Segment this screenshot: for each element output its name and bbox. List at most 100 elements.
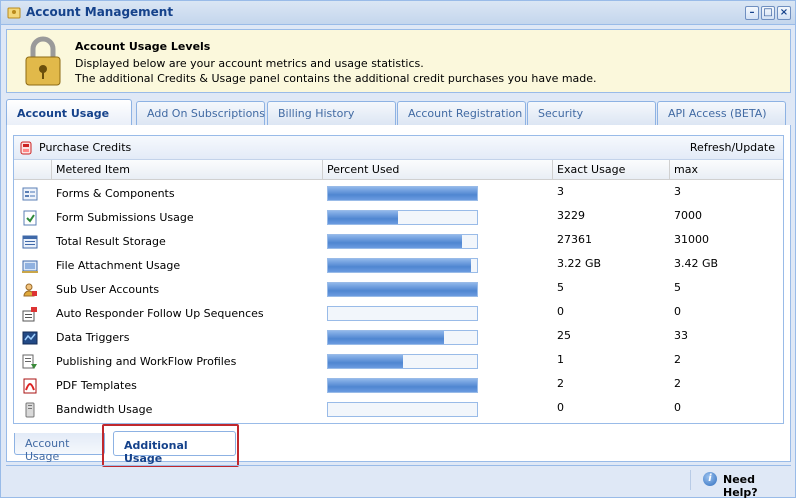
usage-grid-panel: Purchase Credits Refresh/Update Metered … — [13, 135, 784, 424]
pdf-icon — [23, 378, 37, 394]
info-text-line1: Displayed below are your account metrics… — [75, 57, 424, 70]
row-item-name: Total Result Storage — [56, 235, 166, 248]
info-text-line2: The additional Credits & Usage panel con… — [75, 72, 597, 85]
forms-icon — [22, 187, 38, 201]
percent-used-fill — [328, 235, 462, 248]
row-item-name: PDF Templates — [56, 379, 137, 392]
row-exact-usage: 3.22 GB — [557, 257, 602, 270]
row-item-name: Bandwidth Usage — [56, 403, 153, 416]
main-tab-strip: Account Usage Add On Subscriptions Billi… — [6, 99, 791, 127]
table-row[interactable]: Total Result Storage 27361 31000 — [14, 230, 783, 254]
account-icon — [7, 7, 21, 19]
table-row[interactable]: Auto Responder Follow Up Sequences 0 0 — [14, 302, 783, 326]
tab-account-usage[interactable]: Account Usage — [6, 99, 132, 127]
auto-responder-icon — [22, 307, 37, 322]
percent-used-bar — [327, 210, 478, 225]
header-percent-used[interactable]: Percent Used — [323, 160, 553, 180]
row-max: 3.42 GB — [674, 257, 719, 270]
maximize-button[interactable]: □ — [761, 6, 775, 20]
percent-used-bar — [327, 282, 478, 297]
data-triggers-icon — [22, 331, 38, 345]
row-max: 2 — [674, 353, 681, 366]
percent-used-bar — [327, 378, 478, 393]
table-row[interactable]: Data Triggers 25 33 — [14, 326, 783, 350]
table-row[interactable]: PDF Templates 2 2 — [14, 374, 783, 398]
info-header: Account Usage Levels Displayed below are… — [6, 29, 791, 93]
percent-used-bar — [327, 234, 478, 249]
grid-toolbar: Purchase Credits Refresh/Update — [14, 136, 783, 160]
row-max: 7000 — [674, 209, 702, 222]
bottom-tab-account-usage[interactable]: Account Usage — [14, 433, 105, 463]
row-item-name: Forms & Components — [56, 187, 175, 200]
row-exact-usage: 27361 — [557, 233, 592, 246]
row-item-name: Data Triggers — [56, 331, 130, 344]
row-exact-usage: 0 — [557, 305, 564, 318]
window-footer: i Need Help? — [6, 465, 791, 499]
percent-used-fill — [328, 211, 398, 224]
window-title: Account Management — [26, 5, 174, 19]
percent-used-fill — [328, 283, 477, 296]
row-exact-usage: 25 — [557, 329, 571, 342]
percent-used-fill — [328, 259, 471, 272]
close-button[interactable]: × — [777, 6, 791, 20]
percent-used-bar — [327, 330, 478, 345]
need-help-link[interactable]: Need Help? — [723, 473, 791, 499]
row-max: 31000 — [674, 233, 709, 246]
highlight-box — [102, 424, 239, 467]
table-row[interactable]: Forms & Components 3 3 — [14, 182, 783, 206]
info-heading: Account Usage Levels — [75, 40, 211, 53]
row-exact-usage: 0 — [557, 401, 564, 414]
percent-used-bar — [327, 402, 478, 417]
percent-used-fill — [328, 355, 403, 368]
row-max: 0 — [674, 401, 681, 414]
header-metered-item[interactable]: Metered Item — [52, 160, 323, 180]
tab-billing-history[interactable]: Billing History — [267, 101, 396, 126]
workflow-icon — [22, 354, 37, 369]
tab-add-on-subscriptions[interactable]: Add On Subscriptions — [136, 101, 265, 126]
row-max: 5 — [674, 281, 681, 294]
table-row[interactable]: Publishing and WorkFlow Profiles 1 2 — [14, 350, 783, 374]
row-exact-usage: 3229 — [557, 209, 585, 222]
tab-api-access[interactable]: API Access (BETA) — [657, 101, 786, 126]
row-max: 33 — [674, 329, 688, 342]
percent-used-bar — [327, 186, 478, 201]
percent-used-fill — [328, 331, 444, 344]
row-item-name: Form Submissions Usage — [56, 211, 194, 224]
row-item-name: Publishing and WorkFlow Profiles — [56, 355, 237, 368]
minimize-button[interactable]: – — [745, 6, 759, 20]
tab-security[interactable]: Security — [527, 101, 656, 126]
form-submissions-icon — [23, 210, 37, 226]
row-item-name: Sub User Accounts — [56, 283, 160, 296]
row-exact-usage: 3 — [557, 185, 564, 198]
refresh-update-button[interactable]: Refresh/Update — [690, 141, 775, 154]
sub-user-icon — [23, 283, 37, 297]
purchase-credits-icon — [20, 141, 32, 155]
tab-account-registration[interactable]: Account Registration — [397, 101, 526, 126]
row-item-name: File Attachment Usage — [56, 259, 181, 272]
percent-used-fill — [328, 187, 477, 200]
percent-used-bar — [327, 306, 478, 321]
header-icon-column — [14, 160, 52, 180]
row-max: 3 — [674, 185, 681, 198]
table-row[interactable]: File Attachment Usage 3.22 GB 3.42 GB — [14, 254, 783, 278]
footer-divider — [690, 470, 691, 490]
table-row[interactable]: Bandwidth Usage 0 0 — [14, 398, 783, 422]
header-exact-usage[interactable]: Exact Usage — [553, 160, 670, 180]
header-max[interactable]: max — [670, 160, 783, 180]
row-exact-usage: 5 — [557, 281, 564, 294]
row-exact-usage: 1 — [557, 353, 564, 366]
table-row[interactable]: Form Submissions Usage 3229 7000 — [14, 206, 783, 230]
purchase-credits-button[interactable]: Purchase Credits — [39, 141, 131, 154]
bandwidth-icon — [25, 402, 35, 418]
account-usage-panel: Purchase Credits Refresh/Update Metered … — [6, 125, 791, 465]
file-attachment-icon — [22, 260, 38, 273]
table-row[interactable]: Sub User Accounts 5 5 — [14, 278, 783, 302]
info-icon: i — [703, 472, 717, 486]
row-max: 2 — [674, 377, 681, 390]
percent-used-fill — [328, 379, 477, 392]
window-title-bar: Account Management – □ × — [1, 1, 795, 25]
grid-header: Metered Item Percent Used Exact Usage ma… — [14, 160, 783, 180]
row-exact-usage: 2 — [557, 377, 564, 390]
padlock-icon — [25, 36, 61, 86]
row-max: 0 — [674, 305, 681, 318]
